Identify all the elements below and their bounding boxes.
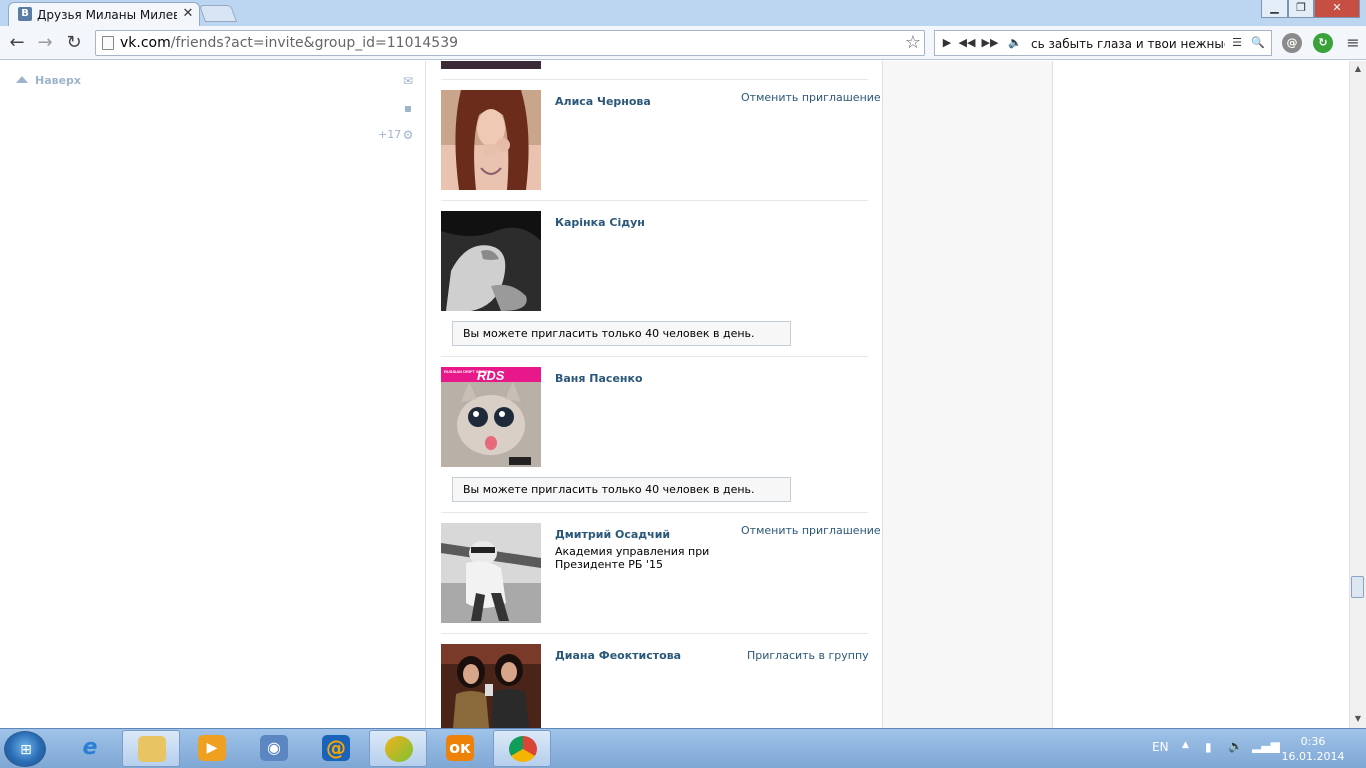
browser-toolbar: ← → ↻ vk.com/friends?act=invite&group_id…	[0, 26, 1366, 60]
right-panel	[883, 61, 1053, 728]
divider	[441, 633, 868, 634]
divider	[441, 512, 868, 513]
close-window-button[interactable]: ✕	[1314, 0, 1360, 18]
music-player-extension: ▶ ◀◀ ▶▶ 🔈 сь забыть глаза и твои нежные …	[934, 30, 1272, 56]
divider	[441, 79, 868, 80]
friend-photo[interactable]	[441, 90, 541, 190]
list-item: Алиса Чернова Отменить приглашение	[426, 90, 882, 190]
scrollbar-thumb[interactable]	[1351, 576, 1364, 598]
odnoklassniki-icon: ок	[446, 735, 474, 761]
friend-photo[interactable]	[441, 523, 541, 623]
friend-name[interactable]: Карінка Сідун	[555, 216, 645, 229]
clock-date: 16.01.2014	[1281, 750, 1345, 763]
friend-photo[interactable]	[441, 211, 541, 311]
taskbar-odnoklassniki[interactable]: ок	[431, 730, 489, 767]
browser-titlebar: В Друзья Миланы Милевс ✕ ▁ ❐ ✕	[0, 0, 1366, 26]
taskbar-media-app[interactable]: ◉	[245, 730, 303, 767]
cancel-invite-link[interactable]: Отменить приглашение	[741, 524, 881, 537]
chat-icon[interactable]: ▪	[400, 101, 416, 115]
friend-name[interactable]: Дмитрий Осадчий	[555, 528, 670, 541]
maximize-button[interactable]: ❐	[1288, 0, 1314, 18]
taskbar-game-center[interactable]	[369, 730, 427, 767]
network-icon[interactable]: ▂▄▆	[1252, 739, 1280, 753]
friend-name[interactable]: Диана Феоктистова	[555, 649, 681, 662]
address-bar[interactable]: vk.com/friends?act=invite&group_id=11014…	[95, 30, 925, 56]
left-sidebar: Наверх ✉ ▪ +17 ⚙	[0, 61, 425, 728]
url-text[interactable]: vk.com/friends?act=invite&group_id=11014…	[120, 34, 890, 52]
taskbar-internet-explorer[interactable]: e	[61, 730, 119, 767]
game-center-icon	[385, 736, 413, 762]
media-player-icon: ▶	[198, 735, 226, 761]
reload-icon[interactable]: ↻	[63, 32, 85, 54]
at-sign-icon: @	[322, 735, 350, 761]
gear-icon[interactable]: ⚙	[400, 128, 416, 142]
friend-photo-partial[interactable]	[441, 61, 541, 69]
friend-photo[interactable]	[441, 644, 541, 728]
chrome-menu-icon[interactable]: ≡	[1342, 32, 1364, 54]
friend-photo[interactable]: RUSSIAN DRIFT SERIES RDS	[441, 367, 541, 467]
tab-title: Друзья Миланы Милевс	[37, 8, 177, 22]
vk-favicon-icon: В	[18, 7, 32, 21]
page-scrollbar[interactable]: ▲ ▼	[1349, 61, 1366, 728]
list-item: Дмитрий Осадчий Академия управления при …	[426, 523, 882, 623]
taskbar-mail-agent[interactable]: @	[307, 730, 365, 767]
friend-education: Академия управления при Президенте РБ '1…	[555, 545, 710, 571]
scroll-top-link[interactable]: Наверх	[35, 74, 81, 87]
volume-icon[interactable]: 🔈	[1005, 34, 1025, 52]
windows-logo-icon: ⊞	[20, 742, 32, 758]
taskbar-chrome[interactable]	[493, 730, 551, 767]
new-tab-button[interactable]	[198, 5, 238, 22]
start-button[interactable]: ⊞	[4, 731, 46, 767]
speaker-icon[interactable]: 🔈	[1228, 739, 1243, 753]
folder-icon	[138, 736, 166, 762]
list-item: Диана Феоктистова Пригласить в группу	[426, 644, 882, 728]
friend-name[interactable]: Алиса Чернова	[555, 95, 651, 108]
windows-taskbar: ⊞ e ▶ ◉ @ ок EN ▲ ▮ 🔈 ▂▄▆ 0:36 16.01.201…	[0, 728, 1366, 768]
next-track-icon[interactable]: ▶▶	[980, 34, 1000, 52]
taskbar-media-player[interactable]: ▶	[183, 730, 241, 767]
scroll-down-arrow-icon[interactable]: ▼	[1350, 711, 1366, 727]
search-icon[interactable]: 🔍	[1247, 34, 1269, 52]
scroll-up-icon[interactable]	[16, 76, 28, 83]
forward-arrow-icon[interactable]: →	[34, 32, 56, 54]
now-playing-text: сь забыть глаза и твои нежные по	[1031, 37, 1225, 51]
mail-icon[interactable]: ✉	[400, 74, 416, 88]
page-icon	[102, 36, 114, 50]
play-icon[interactable]: ▶	[937, 34, 957, 52]
menu-icon[interactable]: ☰	[1227, 34, 1247, 52]
list-item: Карінка Сідун Вы можете пригласить тольк…	[426, 211, 882, 351]
url-path: /friends?act=invite&group_id=11014539	[170, 35, 459, 51]
notification-counter: +17	[378, 128, 402, 141]
list-item: RUSSIAN DRIFT SERIES RDS Ваня Пасенко Вы…	[426, 367, 882, 507]
chrome-icon	[509, 736, 537, 762]
system-clock[interactable]: 0:36 16.01.2014	[1278, 734, 1348, 764]
minimize-button[interactable]: ▁	[1261, 0, 1288, 18]
divider	[441, 200, 868, 201]
invite-limit-notice: Вы можете пригласить только 40 человек в…	[452, 477, 791, 502]
taskbar-explorer[interactable]	[122, 730, 180, 767]
divider	[441, 356, 868, 357]
url-host: vk.com	[120, 35, 171, 51]
invite-limit-notice: Вы можете пригласить только 40 человек в…	[452, 321, 791, 346]
tab-active[interactable]: В Друзья Миланы Милевс ✕	[8, 2, 200, 26]
previous-track-icon[interactable]: ◀◀	[957, 34, 977, 52]
language-indicator[interactable]: EN	[1152, 740, 1169, 754]
friends-list: Алиса Чернова Отменить приглашение Карін…	[425, 61, 883, 728]
rds-logo-text: RDS	[477, 368, 505, 383]
refresh-extension-icon[interactable]: ↻	[1313, 33, 1333, 53]
media-app-icon: ◉	[260, 735, 288, 761]
clock-time: 0:36	[1300, 735, 1326, 748]
friend-name[interactable]: Ваня Пасенко	[555, 372, 643, 385]
bookmark-star-icon[interactable]: ☆	[902, 32, 924, 54]
tab-close-icon[interactable]: ✕	[181, 6, 195, 22]
invite-to-group-link[interactable]: Пригласить в группу	[747, 649, 869, 662]
scroll-up-arrow-icon[interactable]: ▲	[1350, 61, 1366, 77]
back-arrow-icon[interactable]: ←	[6, 32, 28, 54]
cancel-invite-link[interactable]: Отменить приглашение	[741, 91, 881, 104]
internet-explorer-icon: e	[82, 735, 98, 760]
tray-expand-icon[interactable]: ▲	[1182, 740, 1189, 750]
extension-icon[interactable]: @	[1282, 33, 1302, 53]
battery-icon[interactable]: ▮	[1205, 740, 1212, 754]
